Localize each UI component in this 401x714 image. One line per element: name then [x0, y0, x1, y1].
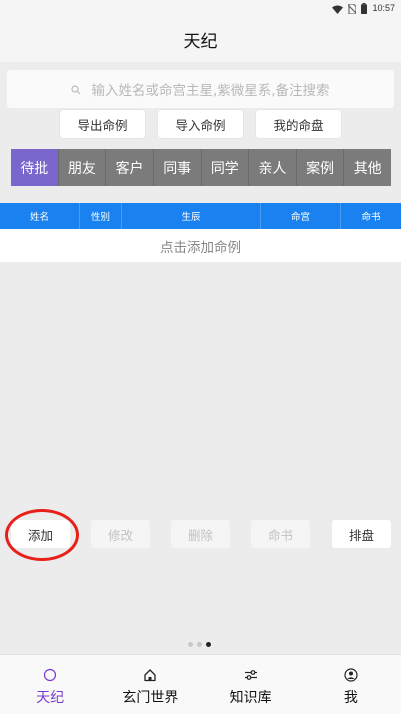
my-chart-button[interactable]: 我的命盘 [256, 110, 341, 138]
nav-label: 玄门世界 [122, 690, 179, 706]
page-dot-active [206, 642, 211, 647]
nav-label: 我 [343, 690, 358, 706]
home-icon [143, 668, 157, 682]
arrange-chart-button[interactable]: 排盘 [332, 520, 391, 548]
battery-icon [361, 0, 368, 18]
status-bar: 10:57 [0, 0, 401, 16]
no-sim-icon [348, 0, 357, 18]
page-indicator [188, 642, 211, 647]
tab-cases[interactable]: 案例 [297, 149, 345, 186]
column-gender[interactable]: 性别 [80, 203, 122, 229]
tab-relatives[interactable]: 亲人 [249, 149, 297, 186]
tab-friends[interactable]: 朋友 [59, 149, 107, 186]
status-time: 10:57 [372, 3, 395, 13]
nav-item-knowledge[interactable]: 知识库 [201, 655, 301, 714]
sliders-icon [244, 668, 258, 682]
app-header: 天纪 [0, 16, 401, 62]
wifi-icon [332, 0, 344, 18]
nav-item-tianji[interactable]: 天纪 [0, 655, 100, 714]
tab-others[interactable]: 其他 [344, 149, 391, 186]
circle-icon [43, 668, 57, 682]
nav-item-xuanmen[interactable]: 玄门世界 [100, 655, 200, 714]
nav-label: 知识库 [229, 690, 272, 706]
import-cases-button[interactable]: 导入命例 [158, 110, 243, 138]
search-input[interactable]: 输入姓名或命宫主星,紫微星系,备注搜索 [7, 70, 394, 108]
tab-colleagues[interactable]: 同事 [154, 149, 202, 186]
column-birth[interactable]: 生辰 [122, 203, 261, 229]
export-cases-button[interactable]: 导出命例 [60, 110, 145, 138]
nav-label: 天纪 [36, 690, 65, 706]
user-icon [344, 668, 358, 682]
delete-button[interactable]: 删除 [171, 520, 230, 548]
fate-book-button[interactable]: 命书 [251, 520, 310, 548]
add-case-row[interactable]: 点击添加命例 [0, 229, 401, 262]
nav-item-me[interactable]: 我 [301, 655, 401, 714]
edit-button[interactable]: 修改 [91, 520, 150, 548]
search-placeholder: 输入姓名或命宫主星,紫微星系,备注搜索 [91, 83, 330, 99]
page-dot [188, 642, 193, 647]
page-dot [197, 642, 202, 647]
column-fate-book[interactable]: 命书 [341, 203, 401, 229]
bottom-nav: 天纪 玄门世界 知识库 我 [0, 654, 401, 714]
status-icons: 10:57 [332, 2, 395, 14]
add-button[interactable]: 添加 [11, 520, 70, 548]
column-life-palace[interactable]: 命宫 [261, 203, 341, 229]
search-icon [71, 80, 81, 99]
table-header: 姓名 性别 生辰 命宫 命书 [0, 203, 401, 229]
page-title: 天纪 [183, 31, 218, 52]
tab-clients[interactable]: 客户 [106, 149, 154, 186]
tab-classmates[interactable]: 同学 [202, 149, 250, 186]
column-name[interactable]: 姓名 [0, 203, 80, 229]
tab-pending[interactable]: 待批 [11, 149, 59, 186]
category-tabs: 待批 朋友 客户 同事 同学 亲人 案例 其他 [11, 149, 391, 186]
